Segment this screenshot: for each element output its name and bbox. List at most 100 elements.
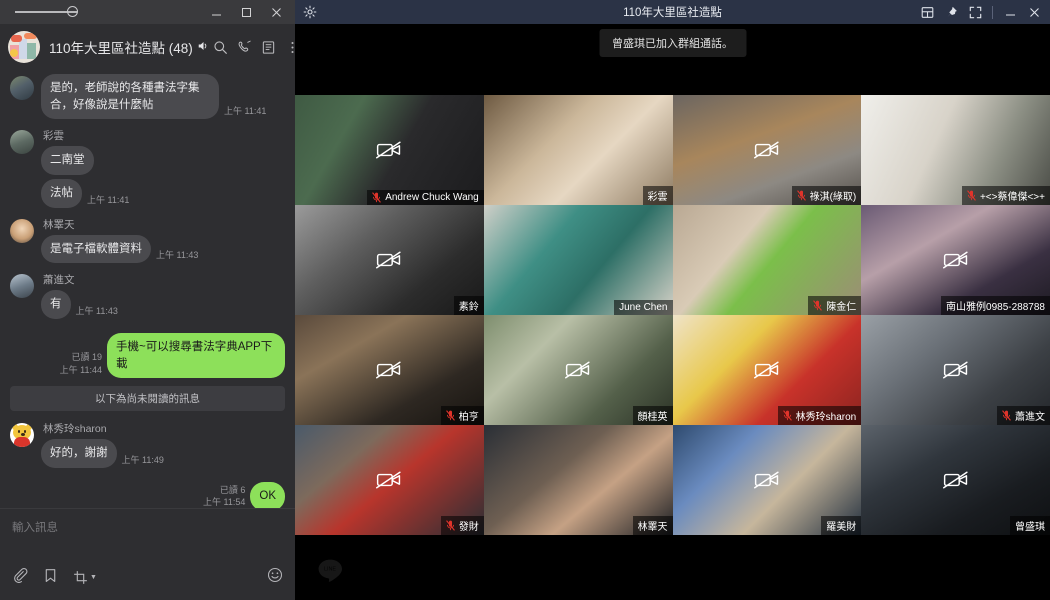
message-sender: 林睪天 <box>43 218 75 231</box>
participant-name: 陳金仁 <box>826 302 857 313</box>
mic-muted-icon <box>445 520 455 531</box>
participant-namebar: 蕭進文 <box>997 406 1050 425</box>
participant-tile[interactable]: 發財 <box>295 425 484 535</box>
message-bubble[interactable]: 法帖 <box>41 179 82 208</box>
message-time: 上午 11:41 <box>224 106 267 117</box>
camera-off-icon <box>753 361 779 379</box>
message-item: 蕭進文 有 上午 11:43 <box>10 272 285 323</box>
message-time: 上午 11:44 <box>59 364 102 375</box>
chevron-down-icon[interactable]: ▼ <box>90 574 97 581</box>
mic-muted-icon <box>372 192 382 203</box>
participant-name: Andrew Chuck Wang <box>385 192 479 203</box>
participant-namebar: +<>蔡偉傑<>+ <box>961 186 1050 205</box>
mic-muted-icon <box>796 190 806 201</box>
participant-tile[interactable]: +<>蔡偉傑<>+ <box>861 95 1050 205</box>
message-bubble[interactable]: 好的，謝謝 <box>41 439 117 469</box>
message-item: 是的，老師說的各種書法字集合，好像說是什麼帖 上午 11:41 <box>10 74 285 123</box>
chat-window: 110年大里區社造點 (48) 是的，老師說的各種書法字集合，好像說是什麼帖 上… <box>0 0 295 600</box>
bookmark-icon[interactable] <box>43 568 58 588</box>
chat-maximize-button[interactable] <box>231 0 261 24</box>
group-name-text: 110年大里區社造點 (48) <box>49 41 193 56</box>
avatar[interactable] <box>10 423 34 448</box>
mic-muted-icon <box>967 190 976 201</box>
avatar[interactable] <box>10 76 34 100</box>
call-body: 曾盛琪已加入群組通話。 Andrew Chuck Wang 彩雲 祿淇(綠取) +<>… <box>295 24 1050 600</box>
participant-tile[interactable]: 林秀玲sharon <box>672 315 862 425</box>
speaker-icon[interactable] <box>197 40 209 55</box>
message-time: 上午 11:41 <box>87 194 130 205</box>
message-bubble[interactable]: 手機~可以搜尋書法字典APP下載 <box>107 333 285 379</box>
attach-icon[interactable] <box>12 567 28 588</box>
message-time: 上午 11:49 <box>121 455 164 466</box>
chat-header-icons <box>209 32 305 62</box>
participant-tile[interactable]: 南山雅例0985-288788 <box>861 205 1050 315</box>
participant-tile[interactable]: 林睪天 <box>483 425 673 535</box>
message-read-meta: 已讀 6 上午 11:54 <box>203 482 245 508</box>
note-icon[interactable] <box>257 32 281 62</box>
participant-tile[interactable]: 顏桂英 <box>483 315 673 425</box>
participant-tile[interactable]: Andrew Chuck Wang <box>295 95 484 205</box>
grid-layout-icon[interactable] <box>915 0 939 24</box>
participant-video <box>483 205 673 315</box>
participant-tile[interactable]: 素鈴 <box>295 205 484 315</box>
participant-tile[interactable]: 祿淇(綠取) <box>672 95 862 205</box>
participant-namebar: 南山雅例0985-288788 <box>941 296 1050 315</box>
call-minimize-button[interactable] <box>998 0 1022 24</box>
participant-namebar: 彩雲 <box>642 186 673 205</box>
participant-tile[interactable]: 羅美財 <box>672 425 862 535</box>
composer-toolbar: ▼ <box>12 567 283 600</box>
screenshot-icon[interactable]: ▼ <box>73 570 97 585</box>
camera-off-icon <box>753 141 779 159</box>
search-icon[interactable] <box>209 32 233 62</box>
chat-minimize-button[interactable] <box>201 0 231 24</box>
participant-namebar: 柏亨 <box>440 406 484 425</box>
participant-name: June Chen <box>619 302 668 313</box>
message-bubble[interactable]: 有 <box>41 290 71 320</box>
participant-name: 彩雲 <box>647 192 668 203</box>
chat-window-controls <box>201 0 291 24</box>
message-list[interactable]: 是的，老師說的各種書法字集合，好像說是什麼帖 上午 11:41 彩雲 二南堂 法… <box>0 70 295 508</box>
avatar[interactable] <box>10 274 34 299</box>
avatar[interactable] <box>10 218 34 243</box>
participant-name: 林睪天 <box>637 522 668 533</box>
call-close-button[interactable] <box>1022 0 1046 24</box>
participant-name: 羅美財 <box>826 522 857 533</box>
message-item: 已讀 19 上午 11:44 手機~可以搜尋書法字典APP下載 <box>10 333 285 379</box>
mic-muted-icon <box>1002 410 1011 421</box>
pin-icon[interactable] <box>939 0 963 24</box>
participant-grid: Andrew Chuck Wang 彩雲 祿淇(綠取) +<>蔡偉傑<>+ 素鈴 June… <box>295 95 1050 535</box>
fullscreen-icon[interactable] <box>963 0 987 24</box>
message-bubble[interactable]: OK <box>250 482 285 508</box>
message-input[interactable]: 輸入訊息 <box>12 519 283 535</box>
group-avatar[interactable] <box>8 31 40 63</box>
participant-name: 蕭進文 <box>1015 412 1045 423</box>
message-time: 上午 11:43 <box>75 306 118 317</box>
participant-tile[interactable]: 柏亨 <box>295 315 484 425</box>
message-item: 林秀玲sharon 好的，謝謝 上午 11:49 <box>10 421 285 472</box>
participant-tile[interactable]: June Chen <box>483 205 673 315</box>
participant-namebar: Andrew Chuck Wang <box>367 190 484 205</box>
participant-tile[interactable]: 陳金仁 <box>672 205 862 315</box>
window-opacity-slider[interactable] <box>10 5 95 19</box>
emoji-icon[interactable] <box>267 567 283 588</box>
call-icon[interactable] <box>233 32 257 62</box>
message-bubble[interactable]: 是的，老師說的各種書法字集合，好像說是什麼帖 <box>41 74 219 120</box>
mic-muted-icon <box>813 300 823 311</box>
message-item: 林睪天 是電子檔軟體資料 上午 11:43 <box>10 217 285 268</box>
camera-off-icon <box>376 251 402 269</box>
participant-tile[interactable]: 曾盛琪 <box>861 425 1050 535</box>
chat-close-button[interactable] <box>261 0 291 24</box>
message-bubble[interactable]: 是電子檔軟體資料 <box>41 234 151 264</box>
message-sender: 蕭進文 <box>43 274 75 287</box>
message-bubble[interactable]: 二南堂 <box>41 146 94 176</box>
participant-tile[interactable]: 彩雲 <box>483 95 673 205</box>
gear-icon[interactable] <box>303 5 317 19</box>
camera-off-icon <box>942 251 968 269</box>
participant-tile[interactable]: 蕭進文 <box>861 315 1050 425</box>
participant-name: 素鈴 <box>458 302 479 313</box>
message-sender: 林秀玲sharon <box>43 423 107 436</box>
avatar[interactable] <box>10 130 34 155</box>
mic-muted-icon <box>782 410 792 421</box>
divider <box>992 5 993 19</box>
message-time: 上午 11:43 <box>156 250 199 261</box>
